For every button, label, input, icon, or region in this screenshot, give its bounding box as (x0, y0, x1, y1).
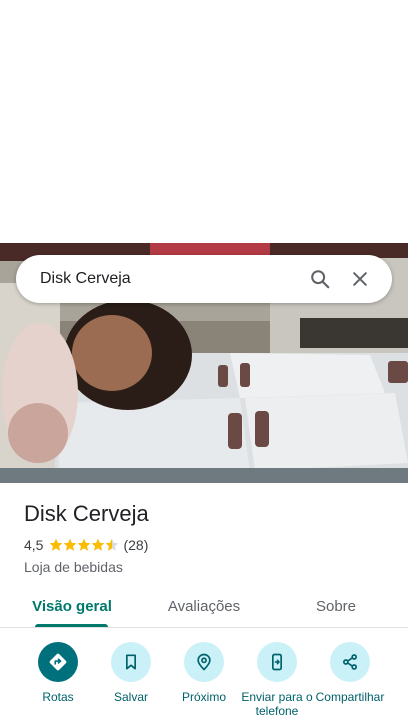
tab-overview[interactable]: Visão geral (22, 584, 122, 628)
tab-reviews[interactable]: Avaliações (154, 584, 254, 628)
nearby-label: Próximo (181, 690, 226, 704)
star-icon (78, 538, 91, 551)
place-title: Disk Cerveja (24, 501, 149, 526)
active-tab-indicator (35, 624, 108, 627)
directions-button[interactable]: Rotas (20, 642, 96, 704)
star-icon (64, 538, 77, 551)
nearby-button[interactable]: Próximo (166, 642, 242, 704)
share-button[interactable]: Compartilhar (312, 642, 388, 704)
directions-icon (38, 642, 78, 682)
star-icon (92, 538, 105, 551)
share-icon (330, 642, 370, 682)
place-category: Loja de bebidas (24, 559, 123, 575)
send-to-phone-icon (257, 642, 297, 682)
share-label: Compartilhar (315, 690, 385, 704)
save-label: Salvar (113, 690, 148, 704)
place-tabs: Visão geral Avaliações Sobre (0, 584, 408, 628)
action-bar: Rotas Salvar Próximo Enviar para o telef… (0, 642, 408, 726)
directions-label: Rotas (42, 690, 74, 704)
send-to-phone-button[interactable]: Enviar para o telefone (239, 642, 315, 718)
search-bar[interactable]: Disk Cerveja (16, 255, 392, 303)
star-icon (106, 538, 119, 551)
rating-row[interactable]: 4,5 (28) (24, 536, 384, 554)
save-button[interactable]: Salvar (93, 642, 169, 704)
review-count[interactable]: (28) (123, 537, 148, 553)
send-to-phone-label: Enviar para o telefone (241, 690, 313, 718)
nearby-icon (184, 642, 224, 682)
search-icon[interactable] (300, 259, 340, 299)
bookmark-icon (111, 642, 151, 682)
map-area[interactable] (0, 0, 408, 243)
rating-stars (49, 538, 119, 552)
close-icon[interactable] (340, 259, 380, 299)
star-icon (50, 538, 63, 551)
place-info: Disk Cerveja 4,5 (28) Loja de bebidas (24, 500, 384, 576)
rating-value: 4,5 (24, 537, 44, 553)
tab-about[interactable]: Sobre (296, 584, 376, 628)
search-query[interactable]: Disk Cerveja (40, 270, 300, 288)
